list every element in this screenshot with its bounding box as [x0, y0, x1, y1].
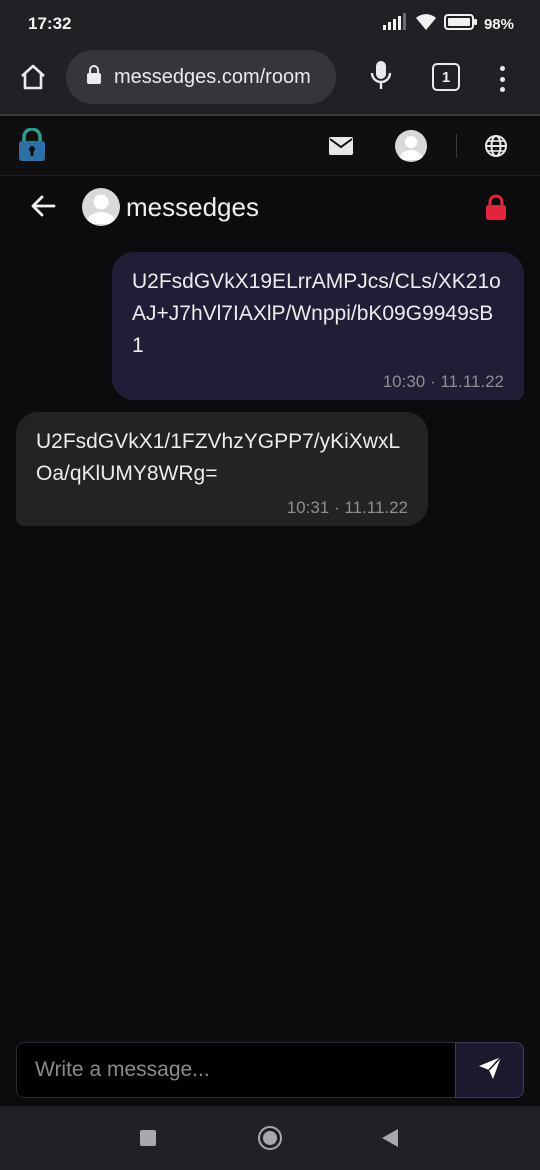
message-timestamp: 10:31 · 11.11.22: [286, 498, 408, 517]
home-icon[interactable]: [258, 1126, 282, 1150]
status-icons: 98%: [382, 12, 514, 37]
chat-title: messedges: [126, 192, 259, 222]
recents-icon[interactable]: [140, 1130, 156, 1146]
home-icon: [18, 62, 48, 97]
status-bar: 17:32 98%: [0, 0, 540, 46]
send-icon: [477, 1055, 503, 1085]
send-button[interactable]: [455, 1042, 524, 1098]
tabs-button[interactable]: 1: [432, 63, 460, 91]
avatar-icon[interactable]: [395, 130, 427, 162]
wifi-icon: [414, 12, 438, 37]
lock-icon: [86, 64, 102, 90]
mic-icon: [369, 59, 393, 96]
mail-icon[interactable]: [328, 136, 354, 161]
message-list: U2FsdGVkX19ELrrAMPJcs/CLs/XK21oAJ+J7hVl7…: [0, 238, 540, 1038]
chat-header: messedges: [0, 178, 540, 238]
lock-icon[interactable]: [484, 194, 508, 227]
back-arrow-icon[interactable]: [30, 194, 56, 223]
signal-icon: [382, 13, 408, 36]
more-vert-icon[interactable]: [490, 62, 514, 96]
battery-icon: [443, 13, 478, 36]
contact-avatar-icon[interactable]: [82, 188, 120, 226]
message-timestamp: 10:30 · 11.11.22: [382, 372, 504, 391]
app-header: [0, 118, 540, 176]
globe-icon[interactable]: [484, 134, 508, 163]
back-icon[interactable]: [382, 1129, 398, 1147]
message-composer: [16, 1042, 524, 1098]
message-text: U2FsdGVkX1/1FZVhzYGPP7/yKiXwxLOa/qKlUMY8…: [36, 430, 401, 485]
message-input[interactable]: [16, 1042, 456, 1098]
browser-toolbar: messedges.com/room 1: [0, 46, 540, 116]
status-time: 17:32: [28, 14, 72, 33]
url-text: messedges.com/room: [114, 65, 311, 88]
battery-percent: 98%: [483, 16, 514, 33]
message-bubble-sent[interactable]: U2FsdGVkX19ELrrAMPJcs/CLs/XK21oAJ+J7hVl7…: [112, 252, 524, 400]
system-nav-bar: [0, 1106, 540, 1170]
message-bubble-received[interactable]: U2FsdGVkX1/1FZVhzYGPP7/yKiXwxLOa/qKlUMY8…: [16, 412, 428, 526]
app-lock-logo-icon[interactable]: [16, 127, 48, 167]
voice-search-button[interactable]: [366, 60, 396, 94]
message-text: U2FsdGVkX19ELrrAMPJcs/CLs/XK21oAJ+J7hVl7…: [132, 270, 501, 357]
header-divider: [456, 134, 457, 158]
browser-home-button[interactable]: [16, 62, 50, 96]
address-bar[interactable]: messedges.com/room: [66, 50, 336, 104]
tab-count: 1: [441, 68, 451, 86]
